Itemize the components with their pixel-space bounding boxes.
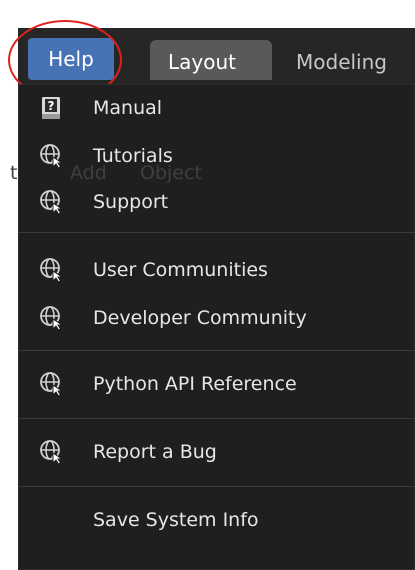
globe-link-icon [39,257,65,283]
help-menu-button[interactable]: Help [28,38,114,80]
menu-item-support[interactable]: Support [18,182,415,222]
menu-item-user-communities[interactable]: User Communities [18,250,415,290]
svg-text:?: ? [48,99,55,113]
manual-book-icon: ? [39,95,65,121]
background-header-text: t [10,162,18,184]
menu-item-developer-community[interactable]: Developer Community [18,298,415,338]
menu-item-report-a-bug[interactable]: Report a Bug [18,432,415,472]
menu-item-label: Developer Community [93,307,307,329]
menu-separator [18,350,415,351]
menu-item-tutorials[interactable]: Tutorials [18,136,415,176]
menu-item-label: Save System Info [93,509,259,531]
globe-link-icon [39,439,65,465]
help-dropdown-menu: t Add Object ? Manual Tutorials Support … [10,84,415,570]
globe-link-icon [39,143,65,169]
menu-item-python-api-reference[interactable]: Python API Reference [18,364,415,404]
menu-separator [18,232,415,233]
menu-item-label: User Communities [93,259,268,281]
menu-item-manual[interactable]: ? Manual [18,88,415,128]
tab-modeling[interactable]: Modeling [278,40,415,80]
menu-item-label: Manual [93,97,163,119]
menu-item-label: Support [93,191,169,213]
menu-item-label: Report a Bug [93,441,217,463]
tab-layout[interactable]: Layout [150,40,272,80]
globe-link-icon [39,305,65,331]
menu-item-label: Tutorials [93,145,173,167]
menu-separator [18,418,415,419]
menu-item-save-system-info[interactable]: Save System Info [18,500,415,540]
menu-separator [18,486,415,487]
globe-link-icon [39,371,65,397]
globe-link-icon [39,189,65,215]
menu-item-label: Python API Reference [93,373,297,395]
